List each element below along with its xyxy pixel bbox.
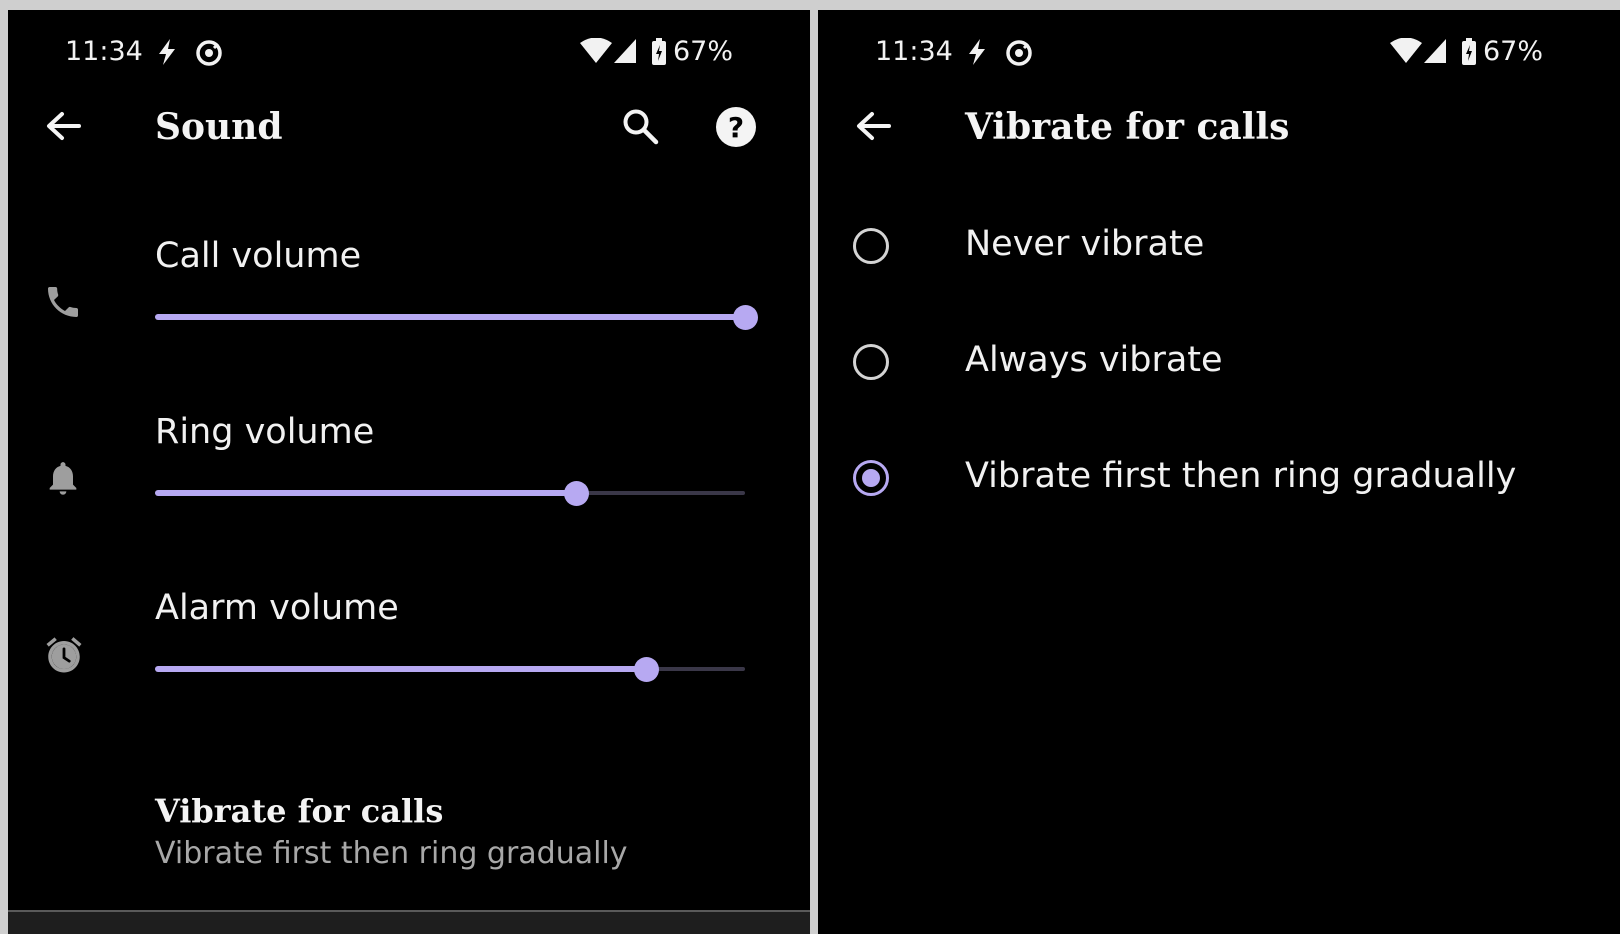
status-bar: 11:34 67% <box>818 32 1620 72</box>
cell-signal-icon <box>1423 38 1447 71</box>
battery-percent: 67% <box>1483 36 1544 67</box>
ring-volume-slider[interactable] <box>155 473 745 513</box>
sound-settings-screen: 11:34 67% Sound ? Call volume Ring volum… <box>8 10 810 934</box>
status-bar: 11:34 67% <box>8 32 810 72</box>
ring-volume-label: Ring volume <box>155 412 375 452</box>
page-title: Vibrate for calls <box>965 106 1290 148</box>
data-saver-icon <box>194 38 224 75</box>
radio-button[interactable] <box>853 344 889 380</box>
help-icon[interactable]: ? <box>715 106 757 152</box>
slider-fill <box>155 666 646 672</box>
call-volume-label: Call volume <box>155 236 362 276</box>
status-time: 11:34 <box>875 36 953 67</box>
back-arrow-icon[interactable] <box>855 110 891 146</box>
radio-button[interactable] <box>853 228 889 264</box>
alarm-volume-label: Alarm volume <box>155 588 399 628</box>
bell-icon <box>43 458 83 502</box>
back-arrow-icon[interactable] <box>45 110 81 146</box>
option-never-vibrate[interactable]: Never vibrate <box>818 208 1620 288</box>
option-always-vibrate[interactable]: Always vibrate <box>818 324 1620 404</box>
wifi-icon <box>1389 37 1423 71</box>
battery-icon <box>1461 38 1477 73</box>
vibrate-for-calls-title: Vibrate for calls <box>155 792 444 830</box>
vibrate-for-calls-summary: Vibrate first then ring gradually <box>155 836 628 871</box>
slider-thumb[interactable] <box>634 657 659 682</box>
alarm-clock-icon <box>43 634 85 680</box>
page-title: Sound <box>155 106 283 148</box>
option-label: Never vibrate <box>965 224 1205 264</box>
battery-icon <box>651 38 667 73</box>
slider-fill <box>155 314 745 320</box>
wifi-icon <box>579 37 613 71</box>
option-label: Vibrate first then ring gradually <box>965 456 1517 496</box>
data-saver-icon <box>1004 38 1034 75</box>
charging-bolt-icon <box>965 38 989 73</box>
slider-fill <box>155 490 576 496</box>
alarm-volume-slider[interactable] <box>155 649 745 689</box>
option-label: Always vibrate <box>965 340 1223 380</box>
status-time: 11:34 <box>65 36 143 67</box>
call-volume-slider[interactable] <box>155 297 758 337</box>
phone-icon <box>43 282 83 326</box>
cell-signal-icon <box>613 38 637 71</box>
slider-thumb[interactable] <box>733 305 758 330</box>
option-vibrate-then-ring[interactable]: Vibrate first then ring gradually <box>818 440 1620 520</box>
vibrate-for-calls-screen: 11:34 67% Vibrate for calls Never vibrat… <box>818 10 1620 934</box>
svg-text:?: ? <box>728 111 744 144</box>
radio-button[interactable] <box>853 460 889 496</box>
battery-percent: 67% <box>673 36 734 67</box>
charging-bolt-icon <box>155 38 179 73</box>
search-icon[interactable] <box>622 108 660 150</box>
slider-thumb[interactable] <box>564 481 589 506</box>
bottom-divider <box>8 910 810 934</box>
